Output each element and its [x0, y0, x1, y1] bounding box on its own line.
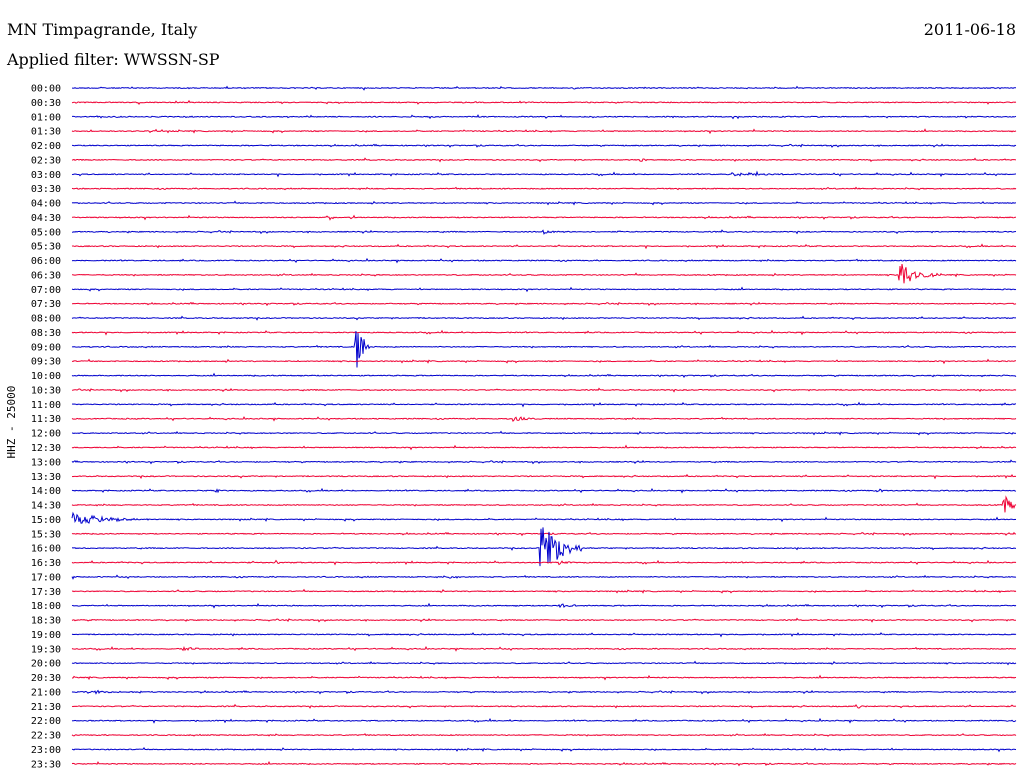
tick-label-0730: 07:30	[31, 299, 61, 310]
trace-1000	[71, 372, 1017, 379]
tick-label-2100: 21:00	[31, 687, 61, 698]
trace-0830	[71, 329, 1017, 336]
tick-label-2000: 20:00	[31, 659, 61, 670]
trace-0130	[71, 128, 1017, 135]
trace-1630	[71, 559, 1017, 566]
trace-0400	[71, 200, 1016, 206]
trace-1300	[71, 459, 1017, 465]
tick-label-2230: 22:30	[31, 731, 61, 742]
tick-label-0530: 05:30	[31, 242, 61, 253]
trace-0100	[72, 114, 1017, 120]
helicorder-plot: 00:00 00:30 01:00 01:30 02:00 02:30 03:00 03:30…	[31, 84, 1017, 771]
tick-label-0230: 02:30	[31, 155, 61, 166]
trace-0600	[71, 257, 1017, 264]
tick-label-0100: 01:00	[31, 112, 61, 123]
trace-2300	[71, 747, 1017, 753]
tick-label-1030: 10:30	[31, 385, 61, 396]
trace-0630	[71, 264, 1017, 284]
trace-1830	[71, 617, 1016, 623]
tick-label-1730: 17:30	[31, 587, 61, 598]
time-tick-labels: 00:00 00:30 01:00 01:30 02:00 02:30 03:00 03:30…	[31, 84, 61, 771]
trace-0000	[72, 85, 1017, 91]
trace-2230	[71, 733, 1017, 737]
trace-1800	[71, 602, 1017, 609]
trace-0930	[71, 358, 1016, 365]
tick-label-0000: 00:00	[31, 84, 61, 95]
tick-label-1000: 10:00	[31, 371, 61, 382]
tick-label-2030: 20:30	[31, 673, 61, 684]
tick-label-0930: 09:30	[31, 357, 61, 368]
seismic-traces	[71, 85, 1017, 767]
trace-1330	[71, 473, 1017, 480]
tick-label-0500: 05:00	[31, 227, 61, 238]
trace-1030	[71, 387, 1017, 393]
tick-label-0630: 06:30	[31, 270, 61, 281]
trace-0900	[71, 331, 1017, 368]
trace-1200	[71, 430, 1017, 436]
trace-1930	[71, 646, 1016, 652]
tick-label-0600: 06:00	[31, 256, 61, 267]
trace-1100	[71, 401, 1016, 408]
tick-label-1530: 15:30	[31, 529, 61, 540]
trace-2330	[71, 760, 1017, 767]
trace-2130	[71, 703, 1017, 709]
trace-1500	[71, 511, 1017, 524]
tick-label-1400: 14:00	[31, 486, 61, 497]
trace-1900	[71, 632, 1017, 638]
tick-label-1600: 16:00	[31, 544, 61, 555]
trace-1430	[71, 495, 1017, 513]
tick-label-0300: 03:00	[31, 170, 61, 181]
trace-0530	[71, 243, 1017, 250]
tick-label-1930: 19:30	[31, 644, 61, 655]
tick-label-0900: 09:00	[31, 342, 61, 353]
tick-label-1230: 12:30	[31, 443, 61, 454]
tick-label-0700: 07:00	[31, 285, 61, 296]
trace-0200	[72, 143, 1017, 148]
trace-1530	[71, 531, 1017, 537]
tick-label-1630: 16:30	[31, 558, 61, 569]
tick-label-1700: 17:00	[31, 572, 61, 583]
tick-label-1100: 11:00	[31, 400, 61, 411]
tick-label-0330: 03:30	[31, 184, 61, 195]
trace-1400	[71, 487, 1017, 494]
tick-label-2200: 22:00	[31, 716, 61, 727]
tick-label-0430: 04:30	[31, 213, 61, 224]
trace-0030	[71, 99, 1017, 105]
tick-label-0200: 02:00	[31, 141, 61, 152]
tick-label-0400: 04:00	[31, 199, 61, 210]
trace-0730	[71, 301, 1017, 307]
trace-0300	[71, 170, 1016, 178]
tick-label-2130: 21:30	[31, 702, 61, 713]
trace-0700	[71, 286, 1017, 293]
trace-1230	[71, 444, 1017, 451]
trace-0430	[71, 214, 1016, 221]
tick-label-1130: 11:30	[31, 414, 61, 425]
trace-1700	[71, 574, 1017, 580]
trace-2000	[71, 660, 1017, 666]
tick-label-1900: 19:00	[31, 630, 61, 641]
trace-0230	[71, 157, 1017, 163]
trace-2030	[72, 674, 1017, 681]
tick-label-2300: 23:00	[31, 745, 61, 756]
tick-label-1800: 18:00	[31, 601, 61, 612]
tick-label-1500: 15:00	[31, 515, 61, 526]
tick-label-0030: 00:30	[31, 98, 61, 109]
trace-2200	[71, 717, 1017, 724]
trace-1130	[71, 416, 1017, 422]
trace-0800	[71, 315, 1016, 321]
tick-label-0130: 01:30	[31, 127, 61, 138]
trace-0330	[71, 186, 1017, 191]
tick-label-0830: 08:30	[31, 328, 61, 339]
tick-label-1300: 13:00	[31, 457, 61, 468]
tick-label-1330: 13:30	[31, 472, 61, 483]
trace-1730	[71, 588, 1017, 594]
trace-2100	[71, 689, 1017, 695]
tick-label-2330: 23:30	[31, 759, 61, 770]
tick-label-1430: 14:30	[31, 501, 61, 512]
tick-label-0800: 08:00	[31, 314, 61, 325]
tick-label-1830: 18:30	[31, 616, 61, 627]
tick-label-1200: 12:00	[31, 429, 61, 440]
trace-0500	[71, 229, 1017, 235]
